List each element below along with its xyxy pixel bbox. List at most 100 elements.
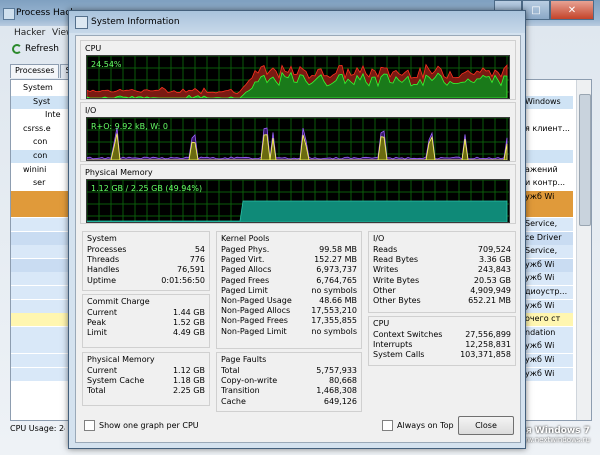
kernel-value: 17,553,210: [311, 306, 357, 316]
faults-key: Cache: [221, 396, 246, 406]
io-stats-group: I/O Reads 709,524 Read Bytes 3.36 GB Writes 2…: [368, 231, 516, 313]
process-description: диоустр...: [525, 287, 568, 296]
maximize-icon[interactable]: □: [522, 0, 550, 20]
checkbox-box[interactable]: [382, 420, 393, 431]
cpu-graph: 24.54%: [86, 55, 510, 99]
system-row: Processes 54: [87, 245, 205, 255]
io_stats-key: Other Bytes: [373, 296, 421, 305]
process-description: ужб Wi: [525, 259, 555, 269]
process-name: System: [23, 83, 53, 92]
cpu-graph-svg: [87, 56, 509, 98]
faults-group-title: Page Faults: [221, 355, 267, 364]
io_stats-key: Other: [373, 285, 396, 295]
memory-label: Physical Memory: [85, 168, 153, 177]
kernel-key: Non-Paged Allocs: [221, 306, 291, 316]
kernel-value: 48.66 MB: [319, 296, 357, 305]
faults-row: Copy-on-write 80,668: [221, 376, 357, 386]
kernel-row: Paged Limit no symbols: [221, 286, 357, 296]
kernel-value: 99.58 MB: [319, 245, 357, 254]
memory-panel: Physical Memory 1.12 GB / 2.25 GB (49.94…: [80, 164, 516, 224]
faults-value: 1,468,308: [316, 386, 357, 396]
faults-key: Copy-on-write: [221, 376, 278, 386]
kernel-pools-group: Kernel Pools Paged Phys. 99.58 MB Paged Vi…: [216, 231, 362, 349]
checkbox-box[interactable]: [84, 420, 95, 431]
cpu_stats-key: Context Switches: [373, 330, 443, 339]
process-name: Inte: [45, 110, 61, 120]
process-name: ser: [33, 178, 46, 188]
system-value: 54: [194, 245, 205, 254]
process-description: ажений: [525, 164, 558, 174]
commit-key: Limit: [87, 328, 107, 338]
commit-charge-group: Commit Charge Current 1.44 GB Peak 1.52 GB L…: [82, 294, 210, 348]
kernel-value: 6,764,765: [316, 275, 357, 285]
physmem-row: System Cache 1.18 GB: [87, 376, 205, 386]
kernel-row: Non-Paged Limit no symbols: [221, 327, 357, 337]
cpu_stats-row: System Calls 103,371,858: [373, 350, 511, 360]
process-description: ужб Wi: [525, 341, 555, 351]
memory-graph-text: 1.12 GB / 2.25 GB (49.94%): [91, 184, 203, 193]
io-panel: I/O R+O: 9.92 kB, W: 0: [80, 102, 516, 162]
physmem-row: Total 2.25 GB: [87, 386, 205, 396]
dialog-body: CPU 24.54% I/O R+O: 9.92 kB, W: 0 Physic…: [75, 35, 521, 443]
process-description: ndation: [525, 327, 556, 337]
commit-key: Peak: [87, 318, 106, 328]
process-description: ужб Wi: [525, 191, 555, 201]
page-faults-group: Page Faults Total 5,757,933 Copy-on-write 8…: [216, 352, 362, 412]
kernel-key: Paged Limit: [221, 285, 268, 295]
io_stats-key: Reads: [373, 245, 398, 254]
cpu_stats-value: 103,371,858: [460, 350, 511, 360]
kernel-row: Paged Frees 6,764,765: [221, 276, 357, 286]
system-key: Processes: [87, 245, 127, 254]
tab-processes[interactable]: Processes: [10, 64, 60, 78]
close-button[interactable]: Close: [458, 416, 514, 435]
process-description: и контр...: [525, 178, 566, 188]
faults-key: Total: [221, 366, 240, 375]
show-one-graph-checkbox[interactable]: Show one graph per CPU: [84, 420, 199, 431]
commit-key: Current: [87, 308, 118, 317]
process-description: ужб Wi: [525, 273, 555, 283]
faults-value: 80,668: [329, 376, 357, 386]
process-name: con: [33, 151, 48, 160]
process-description: ужб Wi: [525, 355, 555, 364]
physmem-value: 1.12 GB: [172, 366, 205, 375]
always-on-top-checkbox[interactable]: Always on Top: [382, 420, 454, 431]
io_stats-row: Reads 709,524: [373, 245, 511, 255]
close-icon[interactable]: ✕: [550, 0, 594, 20]
faults-row: Total 5,757,933: [221, 366, 357, 376]
io_stats-value: 243,843: [477, 265, 511, 275]
system-row: Handles 76,591: [87, 265, 205, 275]
scrollbar[interactable]: [576, 80, 591, 420]
system-value: 776: [189, 255, 205, 265]
system-row: Uptime 0:01:56:50: [87, 276, 205, 286]
dialog-title: System Information: [91, 17, 180, 27]
physmem-row: Current 1.12 GB: [87, 366, 205, 376]
kernel-key: Paged Phys.: [221, 245, 270, 254]
menu-hacker[interactable]: Hacker: [14, 28, 45, 38]
refresh-label: Refresh: [25, 44, 59, 54]
app-icon: [3, 8, 15, 20]
kernel-row: Paged Allocs 6,973,737: [221, 265, 357, 275]
io_stats-row: Other 4,909,949: [373, 286, 511, 296]
commit-value: 4.49 GB: [172, 328, 205, 338]
faults-row: Cache 649,126: [221, 397, 357, 407]
refresh-button[interactable]: Refresh: [12, 44, 59, 54]
cpu_stats-value: 27,556,899: [465, 330, 511, 339]
kernel-value: 152.27 MB: [314, 255, 357, 265]
io_stats-value: 652.21 MB: [468, 296, 511, 305]
physmem-key: System Cache: [87, 376, 145, 386]
system-information-dialog: System Information CPU 24.54% I/O R+O: 9…: [68, 10, 526, 449]
physical-memory-group: Physical Memory Current 1.12 GB System Cac…: [82, 352, 210, 406]
physmem-group-title: Physical Memory: [87, 355, 155, 364]
system-key: Uptime: [87, 275, 117, 285]
process-description: ужб Wi: [525, 368, 555, 378]
always-on-top-label: Always on Top: [397, 421, 454, 430]
process-name: Syst: [33, 96, 51, 106]
io_stats-key: Read Bytes: [373, 255, 419, 265]
scrollbar-thumb[interactable]: [579, 94, 591, 226]
io_stats-row: Other Bytes 652.21 MB: [373, 296, 511, 306]
kernel-row: Non-Paged Frees 17,355,855: [221, 316, 357, 326]
cpu_stats-row: Context Switches 27,556,899: [373, 330, 511, 340]
cpu-panel: CPU 24.54%: [80, 40, 516, 100]
physmem-value: 2.25 GB: [172, 386, 205, 396]
faults-row: Transition 1,468,308: [221, 386, 357, 396]
